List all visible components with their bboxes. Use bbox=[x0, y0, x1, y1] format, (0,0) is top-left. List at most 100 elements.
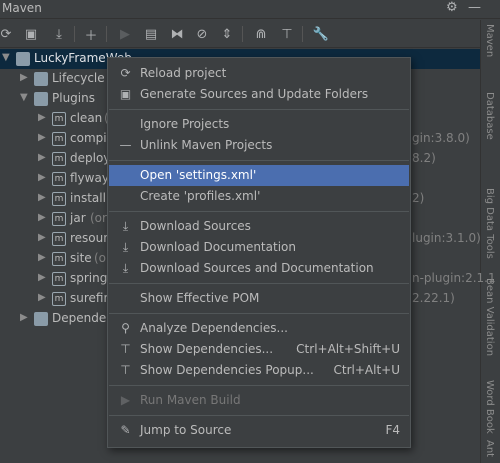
download-icon: ⤓ bbox=[122, 240, 129, 254]
show-dependencies-icon[interactable]: ⋒ bbox=[252, 25, 270, 43]
menu-item-show-dependencies-popup[interactable]: ⊤ Show Dependencies Popup... Ctrl+Alt+U bbox=[109, 360, 409, 381]
plugin-detail: n-plugin:2.1.1 bbox=[412, 271, 496, 285]
plugin-name: install bbox=[70, 191, 106, 205]
menu-item-shortcut: F4 bbox=[385, 423, 400, 437]
analyze-dependencies-icon: ⚲ bbox=[121, 321, 130, 335]
show-dependencies-icon: ⊤ bbox=[120, 342, 131, 356]
tree-label-dependencies: Depende bbox=[52, 311, 107, 325]
run-icon[interactable]: ▶ bbox=[116, 25, 134, 43]
menu-item-label: Run Maven Build bbox=[140, 393, 241, 407]
menu-item-show-dependencies[interactable]: ⊤ Show Dependencies... Ctrl+Alt+Shift+U bbox=[109, 339, 409, 360]
menu-item-label: Show Dependencies Popup... bbox=[140, 363, 314, 377]
menu-item-ignore-projects[interactable]: Ignore Projects bbox=[109, 114, 409, 135]
generate-sources-icon[interactable]: ▣ bbox=[22, 25, 40, 43]
stripe-tab-ant[interactable]: Ant bbox=[484, 440, 495, 457]
chevron-right-icon[interactable]: ▶ bbox=[38, 112, 46, 123]
plugin-icon: m bbox=[52, 272, 66, 286]
right-tool-stripe: Maven Database Big Data Tools Bean Valid… bbox=[480, 20, 500, 463]
show-dependencies-popup-icon: ⊤ bbox=[120, 363, 131, 377]
menu-item-label: Reload project bbox=[140, 66, 227, 80]
chevron-right-icon[interactable]: ▶ bbox=[38, 212, 46, 223]
menu-item-show-effective-pom[interactable]: Show Effective POM bbox=[109, 288, 409, 309]
plugin-name: compi bbox=[70, 131, 107, 145]
menu-item-label: Generate Sources and Update Folders bbox=[140, 87, 369, 101]
add-icon[interactable]: ＋ bbox=[82, 25, 100, 44]
chevron-right-icon[interactable]: ▶ bbox=[38, 252, 46, 263]
menu-item-run-maven-build[interactable]: ▶ Run Maven Build bbox=[109, 390, 409, 411]
menu-separator bbox=[109, 283, 409, 284]
chevron-right-icon[interactable]: ▶ bbox=[38, 272, 46, 283]
hide-icon[interactable]: — bbox=[468, 0, 481, 15]
settings-wrench-icon[interactable]: 🔧 bbox=[312, 25, 330, 43]
menu-item-label: Create 'profiles.xml' bbox=[140, 189, 261, 203]
collapse-all-icon[interactable]: ⇕ bbox=[218, 25, 236, 43]
plugin-name: resour bbox=[70, 231, 109, 245]
plugin-icon: m bbox=[52, 192, 66, 206]
menu-item-jump-to-source[interactable]: ✎ Jump to Source F4 bbox=[109, 420, 409, 441]
folder-icon bbox=[34, 72, 48, 86]
menu-item-label: Unlink Maven Projects bbox=[140, 138, 273, 152]
plugin-name: site bbox=[70, 251, 92, 265]
stripe-tab-big-data-tools[interactable]: Big Data Tools bbox=[484, 188, 495, 259]
menu-item-create-profiles-xml[interactable]: Create 'profiles.xml' bbox=[109, 186, 409, 207]
chevron-right-icon[interactable]: ▶ bbox=[38, 192, 46, 203]
run-icon: ▶ bbox=[120, 393, 131, 407]
maven-project-icon bbox=[16, 52, 30, 66]
generate-sources-icon: ▣ bbox=[119, 87, 132, 101]
menu-item-analyze-dependencies[interactable]: ⚲ Analyze Dependencies... bbox=[109, 318, 409, 339]
plugin-name: surefir bbox=[70, 291, 109, 305]
menu-item-shortcut: Ctrl+Alt+Shift+U bbox=[296, 342, 400, 356]
execute-goal-icon[interactable]: ▤ bbox=[142, 25, 160, 43]
download-icon[interactable]: ⤓ bbox=[50, 25, 68, 43]
menu-item-reload-project[interactable]: ⟳ Reload project bbox=[109, 63, 409, 84]
chevron-down-icon[interactable]: ▼ bbox=[2, 52, 10, 63]
show-diagram-icon[interactable]: ⊤ bbox=[278, 25, 296, 43]
menu-separator bbox=[109, 211, 409, 212]
chevron-right-icon[interactable]: ▶ bbox=[38, 172, 46, 183]
tool-window-title: Maven bbox=[2, 1, 42, 15]
chevron-right-icon[interactable]: ▶ bbox=[38, 152, 46, 163]
menu-item-label: Ignore Projects bbox=[140, 117, 230, 131]
menu-item-label: Analyze Dependencies... bbox=[140, 321, 288, 335]
menu-item-download-sources[interactable]: ⤓ Download Sources bbox=[109, 216, 409, 237]
tree-label-lifecycle: Lifecycle bbox=[52, 71, 105, 85]
menu-item-label: Download Documentation bbox=[140, 240, 296, 254]
menu-item-download-sources-and-documentation[interactable]: ⤓ Download Sources and Documentation bbox=[109, 258, 409, 279]
gear-icon[interactable]: ⚙ bbox=[446, 0, 458, 15]
stripe-tab-bean-validation[interactable]: Bean Validation bbox=[484, 278, 495, 356]
stripe-tab-word-book[interactable]: Word Book bbox=[484, 380, 495, 434]
plugin-detail: lugin:3.1.0) bbox=[412, 231, 481, 245]
plugin-icon: m bbox=[52, 152, 66, 166]
plugin-name: jar bbox=[70, 211, 86, 225]
toggle-offline-icon[interactable]: ⧓ bbox=[168, 25, 186, 43]
chevron-right-icon[interactable]: ▶ bbox=[38, 232, 46, 243]
dependencies-folder-icon bbox=[34, 312, 48, 326]
menu-item-shortcut: Ctrl+Alt+U bbox=[333, 363, 401, 377]
context-menu: ⟳ Reload project ▣ Generate Sources and … bbox=[107, 57, 411, 448]
jump-to-source-icon: ✎ bbox=[120, 423, 131, 437]
menu-item-open-settings-xml[interactable]: Open 'settings.xml' bbox=[109, 165, 409, 186]
download-icon: ⤓ bbox=[122, 219, 129, 233]
menu-item-unlink-maven-projects[interactable]: — Unlink Maven Projects bbox=[109, 135, 409, 156]
plugin-detail: (or bbox=[90, 211, 107, 225]
menu-item-label: Show Dependencies... bbox=[140, 342, 274, 356]
plugin-detail: gin:3.8.0) bbox=[412, 131, 470, 145]
menu-item-label: Jump to Source bbox=[140, 423, 232, 437]
plugin-detail: 8.2) bbox=[412, 151, 436, 165]
chevron-right-icon[interactable]: ▶ bbox=[38, 132, 46, 143]
plugin-detail: 2.22.1) bbox=[412, 291, 455, 305]
plugin-icon: m bbox=[52, 212, 66, 226]
chevron-right-icon[interactable]: ▶ bbox=[20, 312, 28, 323]
skip-tests-icon[interactable]: ⊘ bbox=[193, 25, 211, 43]
menu-item-download-documentation[interactable]: ⤓ Download Documentation bbox=[109, 237, 409, 258]
menu-separator bbox=[109, 415, 409, 416]
reload-all-icon[interactable]: ⟳ bbox=[0, 25, 15, 43]
chevron-down-icon[interactable]: ▼ bbox=[20, 92, 28, 103]
stripe-tab-maven[interactable]: Maven bbox=[484, 24, 495, 57]
plugin-icon: m bbox=[52, 132, 66, 146]
chevron-right-icon[interactable]: ▶ bbox=[38, 292, 46, 303]
download-icon: ⤓ bbox=[122, 261, 129, 275]
stripe-tab-database[interactable]: Database bbox=[484, 92, 495, 140]
chevron-right-icon[interactable]: ▶ bbox=[20, 72, 28, 83]
menu-item-generate-sources[interactable]: ▣ Generate Sources and Update Folders bbox=[109, 84, 409, 105]
